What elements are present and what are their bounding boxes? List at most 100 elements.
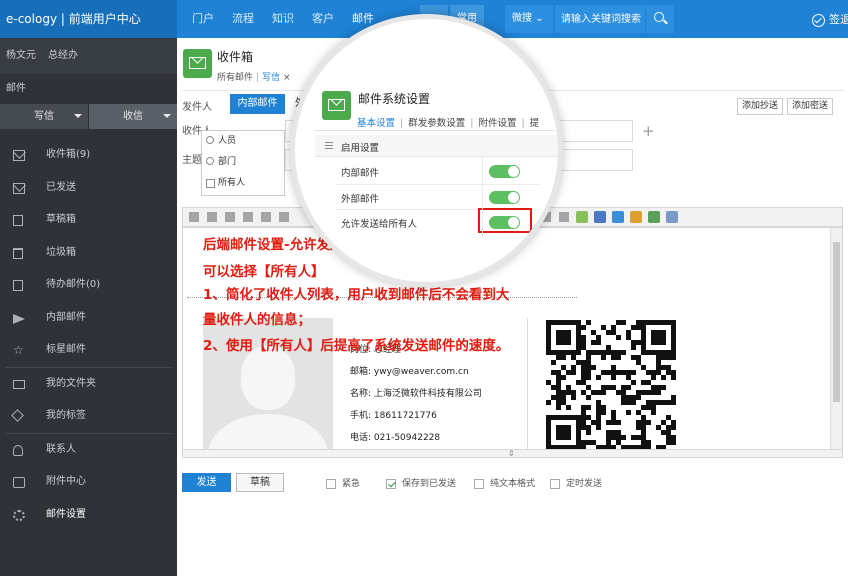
write-button[interactable]: 写信 (0, 104, 88, 129)
copy-icon[interactable] (612, 211, 624, 223)
search-icon[interactable] (646, 5, 674, 33)
sidebar-item-drafts[interactable]: 草稿箱 (0, 204, 177, 237)
checkbox-icon[interactable] (326, 478, 336, 489)
sidebar-item-trash[interactable]: 垃圾箱 (0, 237, 177, 270)
tab-attachment-settings[interactable]: 附件设置 (478, 118, 516, 129)
sidebar-item-label: 垃圾箱 (46, 246, 76, 258)
sidebar-item-todo[interactable]: 待办邮件(0) (0, 269, 177, 302)
table-icon[interactable] (559, 212, 569, 222)
nav-portal[interactable]: 门户 (183, 0, 223, 38)
scrollbar-thumb[interactable] (833, 242, 840, 402)
paper-plane-icon (13, 313, 25, 324)
resize-handle-icon[interactable]: ⇕ (508, 450, 515, 458)
editor-resize-bar[interactable]: ⇕ (182, 449, 843, 458)
sidebar-item-starred[interactable]: ☆ 标星邮件 (0, 334, 177, 367)
link-icon[interactable] (666, 211, 678, 223)
receive-button[interactable]: 收信 (89, 104, 177, 129)
sidebar-item-settings[interactable]: 邮件设置 (0, 499, 177, 532)
sidebar-item-label: 草稿箱 (46, 214, 76, 225)
setting-external-mail-label: 外部邮件 (341, 194, 380, 205)
urgent-checkbox[interactable]: 紧急 (326, 476, 360, 489)
page-title: 收件箱 (217, 50, 254, 64)
grid-icon[interactable] (594, 211, 606, 223)
save-sent-checkbox[interactable]: 保存到已发送 (386, 476, 456, 489)
star-icon: ☆ (13, 343, 24, 357)
add-cc-button[interactable]: 添加抄送 (737, 98, 784, 115)
tab-bulk-settings[interactable]: 群发参数设置 (408, 118, 465, 129)
annotation-line-3: 1、简化了收件人列表，用户收到邮件后不会看到大 (203, 287, 510, 303)
save-draft-button[interactable]: 草稿 (236, 473, 284, 492)
add-recipient-icon[interactable]: + (642, 122, 655, 140)
sidebar-item-contacts[interactable]: 联系人 (0, 434, 177, 467)
nav-workflow[interactable]: 流程 (223, 0, 263, 38)
qr-code (546, 320, 676, 450)
close-icon[interactable]: × (283, 73, 291, 83)
check-circle-icon (812, 13, 825, 27)
header-tabs: 所有邮件 | 写信 × (217, 73, 291, 83)
align-left-icon[interactable] (207, 212, 217, 222)
sidebar-item-label: 我的文件夹 (46, 377, 96, 389)
search-icon (206, 136, 214, 144)
add-bcc-button[interactable]: 添加密送 (787, 98, 834, 115)
sidebar-item-label: 已发送 (46, 181, 76, 193)
draft-icon (13, 215, 23, 226)
option-everyone[interactable]: 所有人 (202, 173, 284, 194)
tab-write[interactable]: 写信 (262, 73, 280, 83)
plain-text-checkbox[interactable]: 纯文本格式 (474, 476, 535, 489)
inbox-icon (13, 150, 25, 161)
toggle-internal-mail[interactable] (489, 165, 520, 178)
checkbox-icon[interactable] (206, 179, 215, 188)
sidebar-item-inbox[interactable]: 收件箱(9) (0, 139, 177, 172)
send-button[interactable]: 发送 (182, 473, 231, 492)
search-input[interactable] (555, 5, 645, 33)
tab-more-settings[interactable]: 提 (530, 118, 540, 129)
format-icon[interactable] (189, 212, 199, 222)
nav-knowledge[interactable]: 知识 (263, 0, 303, 38)
scheduled-send-checkbox[interactable]: 定时发送 (550, 476, 602, 489)
search-icon (206, 157, 214, 165)
bullet-list-icon[interactable] (279, 212, 289, 222)
option-person[interactable]: 人员 (202, 131, 284, 152)
nav-customer[interactable]: 客户 (303, 0, 343, 38)
tab-basic-settings[interactable]: 基本设置 (357, 118, 395, 129)
checkbox-icon[interactable] (474, 478, 484, 489)
checkbox-icon[interactable] (550, 478, 560, 489)
annotation-line-4: 量收件人的信息； (203, 312, 311, 328)
editor-scrollbar[interactable] (830, 228, 842, 457)
user-info: 杨文元 总经办 (0, 38, 177, 74)
sidebar-item-attachments[interactable]: 附件中心 (0, 466, 177, 499)
user-name[interactable]: 杨文元 (6, 50, 36, 61)
section-enable-settings: 启用设置 (315, 135, 558, 157)
sidebar-item-folders[interactable]: 我的文件夹 (0, 368, 177, 401)
settings-magnifier: 邮件系统设置 基本设置 | 群发参数设置 | 附件设置 | 提 启用设置 内部邮件 外部邮件… (290, 14, 563, 287)
contacts-icon[interactable] (648, 211, 660, 223)
app-logo[interactable]: e-cology | 前端用户中心 (0, 0, 177, 38)
sidebar-item-internal[interactable]: 内部邮件 (0, 302, 177, 335)
image-icon[interactable] (576, 211, 588, 223)
caret-down-icon[interactable] (74, 114, 82, 118)
weisou-dropdown[interactable]: 微搜 ⌄ (505, 5, 553, 33)
tag-icon (11, 409, 24, 422)
contact-icon (13, 444, 23, 456)
toggle-external-mail[interactable] (489, 191, 520, 204)
checkbox-checked-icon[interactable] (386, 478, 396, 489)
caret-down-icon[interactable] (163, 114, 171, 118)
sidebar-item-label: 附件中心 (46, 476, 86, 487)
top-nav: 门户 流程 知识 客户 邮件 (183, 0, 383, 38)
mail-app-icon (322, 91, 351, 120)
sidebar-item-tags[interactable]: 我的标签 (0, 400, 177, 433)
sender-label: 发件人 (182, 102, 212, 113)
tab-internal-mail[interactable]: 内部邮件 (230, 94, 285, 114)
chevron-down-icon: ⌄ (535, 13, 544, 24)
tab-all-mail[interactable]: 所有邮件 (217, 73, 253, 83)
option-department[interactable]: 部门 (202, 152, 284, 173)
folder-icon (13, 379, 25, 389)
people-icon[interactable] (630, 211, 642, 223)
align-right-icon[interactable] (243, 212, 253, 222)
align-center-icon[interactable] (225, 212, 235, 222)
ordered-list-icon[interactable] (261, 212, 271, 222)
signout-button[interactable]: 签退 (812, 12, 848, 28)
sidebar-item-sent[interactable]: 已发送 (0, 172, 177, 205)
highlight-box (478, 208, 532, 233)
sidebar-item-label: 收件箱(9) (46, 149, 91, 160)
